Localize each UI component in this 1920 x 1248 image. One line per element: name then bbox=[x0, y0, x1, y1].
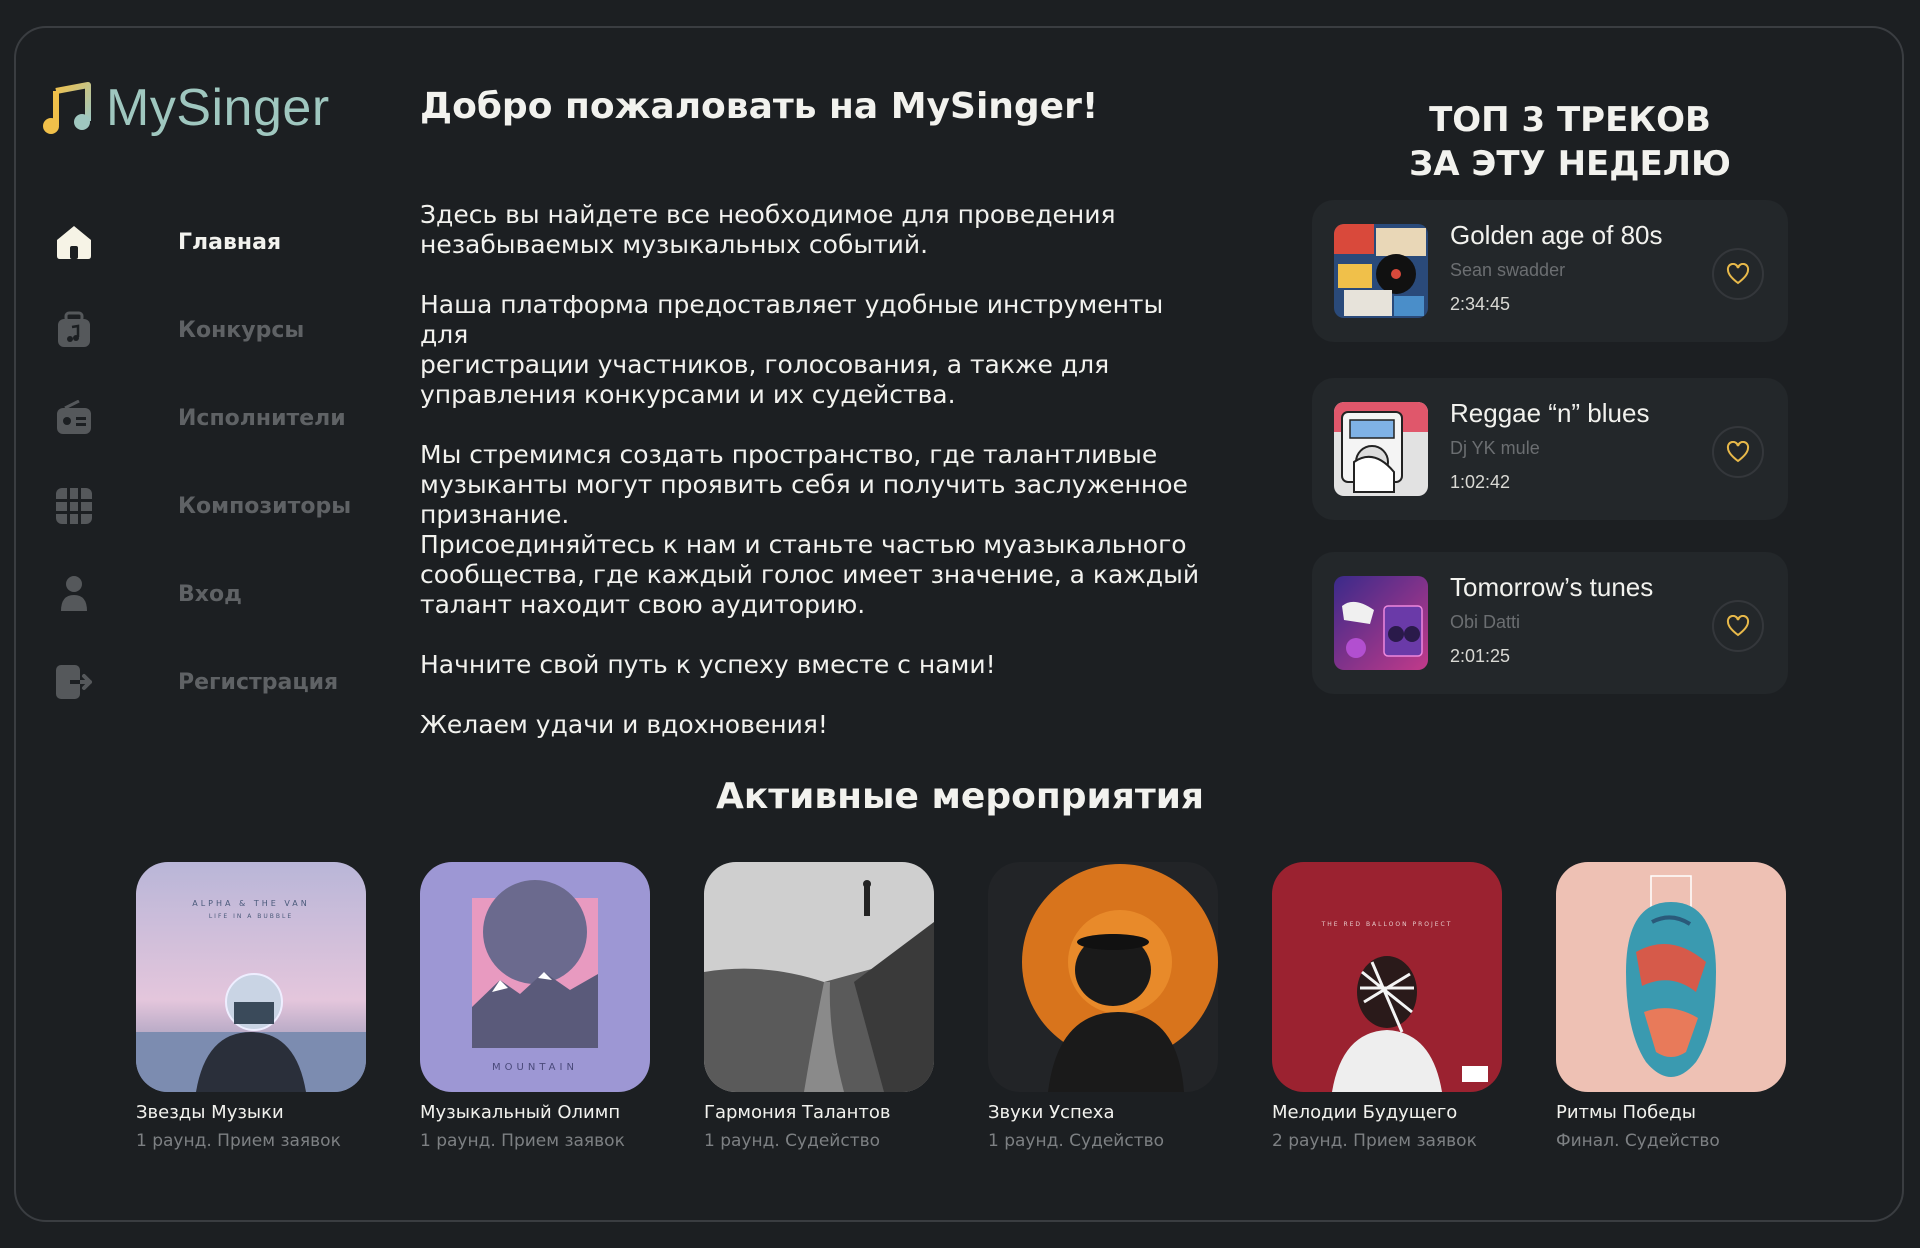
sidebar-item-label: Исполнители bbox=[178, 405, 346, 431]
logo[interactable]: MySinger bbox=[42, 78, 330, 138]
home-icon bbox=[54, 222, 94, 262]
event-name: Гармония Талантов bbox=[704, 1102, 891, 1123]
event-cover-text: ALPHA & THE VAN bbox=[192, 899, 309, 908]
event-cover bbox=[1556, 862, 1786, 1092]
track-duration: 2:01:25 bbox=[1450, 646, 1511, 666]
event-card[interactable]: Ритмы Победы Финал. Судейство bbox=[1556, 862, 1786, 1151]
welcome-paragraph: Наша платформа предоставляет удобные инс… bbox=[420, 290, 1164, 409]
track-artist: Sean swadder bbox=[1450, 260, 1566, 280]
radio-icon bbox=[54, 398, 94, 438]
event-cover-text: MOUNTAIN bbox=[492, 1062, 578, 1073]
welcome-paragraph: Желаем удачи и вдохновения! bbox=[420, 710, 828, 739]
sidebar-item-login[interactable]: Вход bbox=[54, 572, 351, 616]
logo-text: MySinger bbox=[106, 79, 330, 137]
welcome-paragraph: Присоединяйтесь к нам и станьте частью м… bbox=[420, 530, 1200, 619]
sidebar-item-contests[interactable]: Конкурсы bbox=[54, 308, 351, 352]
top-tracks-title: ТОП 3 ТРЕКОВ ЗА ЭТУ НЕДЕЛЮ bbox=[1310, 98, 1830, 186]
music-note-icon bbox=[43, 82, 91, 134]
event-name: Звезды Музыки bbox=[136, 1102, 284, 1123]
logout-icon bbox=[54, 662, 94, 702]
event-name: Музыкальный Олимп bbox=[420, 1102, 621, 1123]
track-card[interactable]: Golden age of 80s Sean swadder 2:34:45 bbox=[1312, 200, 1788, 342]
track-cover bbox=[1334, 402, 1428, 496]
like-button[interactable] bbox=[1712, 426, 1764, 478]
sidebar: Главная Конкурсы Исполнители Композиторы… bbox=[54, 220, 351, 748]
event-card[interactable]: ALPHA & THE VAN LIFE IN A BUBBLE Звезды … bbox=[136, 862, 366, 1151]
event-card[interactable]: Звуки Успеха 1 раунд. Судейство bbox=[988, 862, 1218, 1151]
event-cover: THE RED BALLOON PROJECT bbox=[1272, 862, 1502, 1092]
sidebar-item-home[interactable]: Главная bbox=[54, 220, 351, 264]
track-artist: Obi Datti bbox=[1450, 612, 1521, 632]
heart-icon bbox=[1726, 263, 1750, 285]
top-tracks-title-line: ТОП 3 ТРЕКОВ bbox=[1429, 100, 1711, 140]
track-artist: Dj YK mule bbox=[1450, 438, 1540, 458]
sidebar-item-label: Конкурсы bbox=[178, 317, 305, 343]
sidebar-item-composers[interactable]: Композиторы bbox=[54, 484, 351, 528]
welcome-paragraph: Здесь вы найдете все необходимое для про… bbox=[420, 200, 1116, 259]
event-status: 1 раунд. Судейство bbox=[704, 1131, 881, 1151]
sidebar-item-register[interactable]: Регистрация bbox=[54, 660, 351, 704]
music-bag-icon bbox=[54, 310, 94, 350]
event-cover bbox=[704, 862, 934, 1092]
event-name: Мелодии Будущего bbox=[1272, 1102, 1458, 1123]
event-card[interactable]: MOUNTAIN Музыкальный Олимп 1 раунд. Прие… bbox=[420, 862, 650, 1151]
sidebar-item-performers[interactable]: Исполнители bbox=[54, 396, 351, 440]
event-cover-text: THE RED BALLOON PROJECT bbox=[1321, 921, 1453, 928]
sidebar-item-label: Главная bbox=[178, 229, 282, 255]
event-status: 2 раунд. Прием заявок bbox=[1272, 1131, 1477, 1151]
welcome-paragraph: Мы стремимся создать пространство, где т… bbox=[420, 440, 1188, 529]
track-card[interactable]: Tomorrow’s tunes Obi Datti 2:01:25 bbox=[1312, 552, 1788, 694]
like-button[interactable] bbox=[1712, 248, 1764, 300]
event-cover-subtext: LIFE IN A BUBBLE bbox=[209, 913, 293, 920]
event-card[interactable]: THE RED BALLOON PROJECT Мелодии Будущего… bbox=[1272, 862, 1502, 1151]
page-title: Добро пожаловать на MySinger! bbox=[420, 86, 1099, 127]
like-button[interactable] bbox=[1712, 600, 1764, 652]
sidebar-item-label: Композиторы bbox=[178, 493, 352, 519]
track-cover bbox=[1334, 576, 1428, 670]
events-title: Активные мероприятия bbox=[715, 776, 1205, 817]
welcome-paragraph: Начните свой путь к успеху вместе с нами… bbox=[420, 650, 996, 679]
track-title: Golden age of 80s bbox=[1450, 220, 1663, 250]
welcome-text: Здесь вы найдете все необходимое для про… bbox=[420, 200, 1200, 770]
event-card[interactable]: Гармония Талантов 1 раунд. Судейство bbox=[704, 862, 934, 1151]
track-duration: 1:02:42 bbox=[1450, 472, 1511, 492]
top-tracks-title-line: ЗА ЭТУ НЕДЕЛЮ bbox=[1409, 144, 1731, 184]
event-cover: MOUNTAIN bbox=[420, 862, 650, 1092]
event-cover bbox=[988, 862, 1218, 1092]
event-name: Ритмы Победы bbox=[1556, 1102, 1696, 1123]
event-status: 1 раунд. Прием заявок bbox=[136, 1131, 341, 1151]
sidebar-item-label: Регистрация bbox=[178, 669, 339, 695]
event-status: 1 раунд. Судейство bbox=[988, 1131, 1165, 1151]
track-card[interactable]: Reggae “n” blues Dj YK mule 1:02:42 bbox=[1312, 378, 1788, 520]
event-status: Финал. Судейство bbox=[1556, 1131, 1720, 1151]
sidebar-item-label: Вход bbox=[178, 581, 242, 607]
track-title: Reggae “n” blues bbox=[1450, 398, 1650, 428]
event-cover: ALPHA & THE VAN LIFE IN A BUBBLE bbox=[136, 862, 366, 1092]
event-name: Звуки Успеха bbox=[988, 1102, 1115, 1123]
user-icon bbox=[54, 574, 94, 614]
heart-icon bbox=[1726, 441, 1750, 463]
event-status: 1 раунд. Прием заявок bbox=[420, 1131, 625, 1151]
track-cover bbox=[1334, 224, 1428, 318]
track-duration: 2:34:45 bbox=[1450, 294, 1511, 314]
heart-icon bbox=[1726, 615, 1750, 637]
track-title: Tomorrow’s tunes bbox=[1450, 572, 1654, 602]
grid-icon bbox=[54, 486, 94, 526]
